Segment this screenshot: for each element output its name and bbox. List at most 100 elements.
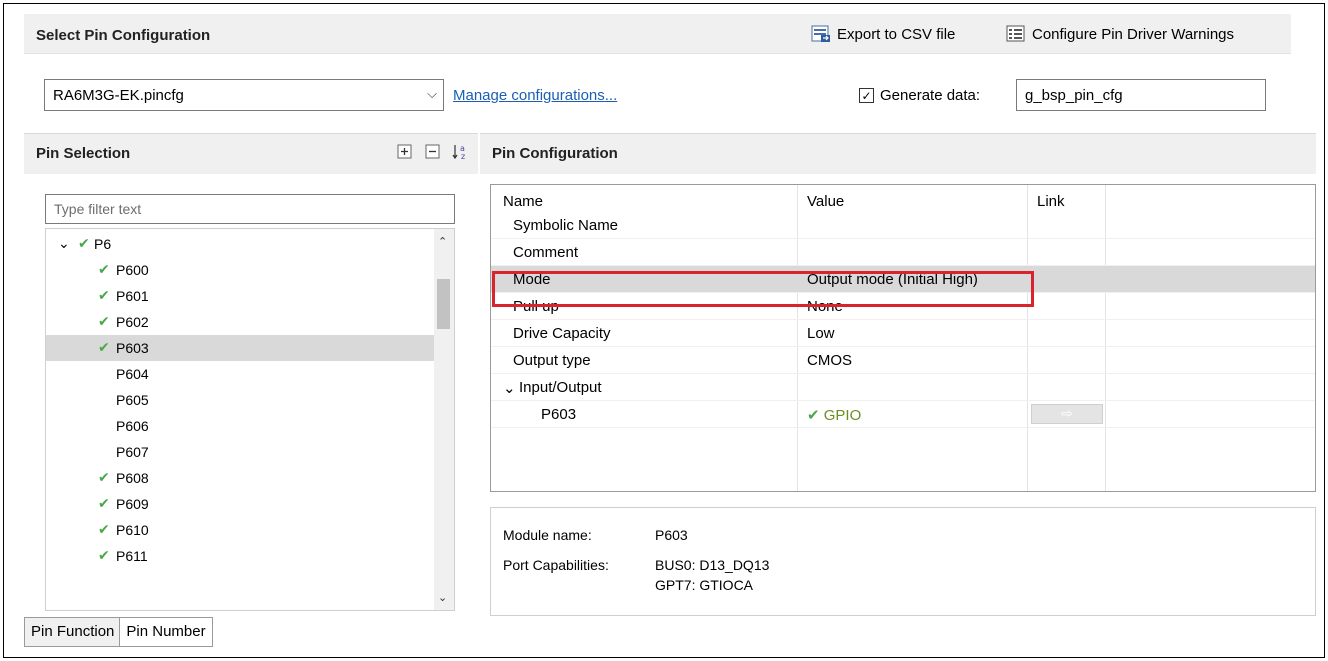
config-row[interactable]: Output type CMOS bbox=[491, 347, 1315, 374]
tree-item-label: P6 bbox=[94, 236, 112, 252]
check-icon: ✔ bbox=[807, 407, 824, 424]
config-value-cell[interactable]: Low bbox=[807, 325, 835, 342]
configure-warnings-label: Configure Pin Driver Warnings bbox=[1032, 25, 1235, 43]
tree-group-row[interactable]: ⌄ ✔ P6 bbox=[46, 231, 434, 257]
generate-data-toggle[interactable]: ✓ Generate data: bbox=[859, 87, 980, 104]
tree-pin-row[interactable]: ✔ P610 bbox=[46, 517, 434, 543]
tree-pin-row[interactable]: ✔ P600 bbox=[46, 257, 434, 283]
check-icon: ✔ bbox=[98, 469, 110, 485]
pin-configuration-title: Pin Configuration bbox=[492, 145, 618, 162]
tree-pin-row[interactable]: ✔ P609 bbox=[46, 491, 434, 517]
pin-selection-panel: Pin Selection a z Type filter text ✔ P611… bbox=[24, 133, 478, 615]
tree-pin-row[interactable]: ✔ P601 bbox=[46, 283, 434, 309]
module-name-value: P603 bbox=[655, 527, 688, 543]
tree-scrollbar[interactable]: ⌃ ⌄ bbox=[434, 229, 454, 610]
config-value-cell[interactable]: CMOS bbox=[807, 352, 852, 369]
tree-item-label: P601 bbox=[116, 288, 149, 304]
export-csv-label: Export to CSV file bbox=[837, 25, 956, 43]
sort-az-icon[interactable]: a z bbox=[452, 143, 470, 161]
column-header-name[interactable]: Name bbox=[503, 193, 543, 210]
bottom-tab-bar: Pin Function Pin Number bbox=[24, 617, 213, 647]
tree-item-label: P609 bbox=[116, 496, 149, 512]
config-row[interactable]: Drive Capacity Low bbox=[491, 320, 1315, 347]
config-name-cell: Input/Output bbox=[519, 379, 602, 396]
tree-pin-row[interactable]: ✔ P602 bbox=[46, 309, 434, 335]
pin-configuration-table: Name Value Link Symbolic Name Comment Mode… bbox=[490, 184, 1316, 492]
tree-item-label: P606 bbox=[116, 418, 149, 434]
generate-data-input[interactable]: g_bsp_pin_cfg bbox=[1016, 79, 1266, 111]
tree-pin-row[interactable]: P607 bbox=[46, 439, 434, 465]
config-value-cell[interactable]: ✔ GPIO bbox=[807, 406, 861, 424]
check-icon: ✔ bbox=[98, 313, 110, 329]
svg-text:z: z bbox=[461, 152, 465, 161]
scroll-down-icon[interactable]: ⌄ bbox=[438, 591, 447, 604]
tree-pin-row[interactable]: ✔ P608 bbox=[46, 465, 434, 491]
tree-pin-row[interactable]: ✔ P603 bbox=[46, 335, 434, 361]
pin-configuration-header: Pin Configuration bbox=[480, 134, 1316, 174]
expand-all-icon[interactable] bbox=[396, 143, 414, 161]
tab-pin-number[interactable]: Pin Number bbox=[119, 617, 213, 647]
config-name-cell: Drive Capacity bbox=[513, 325, 611, 342]
pin-configuration-panel: Pin Configuration Name Value Link Symbol… bbox=[480, 133, 1316, 616]
manage-configurations-link[interactable]: Manage configurations... bbox=[453, 87, 617, 104]
tree-item-label: P611 bbox=[116, 548, 148, 564]
config-row[interactable]: Symbolic Name bbox=[491, 212, 1315, 239]
port-capabilities-label: Port Capabilities: bbox=[503, 557, 609, 573]
check-icon: ✔ bbox=[98, 547, 110, 563]
collapse-all-icon[interactable] bbox=[424, 143, 442, 161]
generate-data-checkbox[interactable]: ✓ bbox=[859, 88, 874, 103]
check-icon: ✔ bbox=[98, 287, 110, 303]
pin-selection-header: Pin Selection a z bbox=[24, 134, 478, 174]
tab-pin-function[interactable]: Pin Function bbox=[24, 617, 121, 647]
tree-pin-row[interactable]: P605 bbox=[46, 387, 434, 413]
check-icon: ✔ bbox=[98, 261, 110, 277]
column-header-link[interactable]: Link bbox=[1037, 193, 1065, 210]
select-config-header: Select Pin Configuration Export to CSV f… bbox=[24, 14, 1291, 54]
export-csv-icon bbox=[811, 25, 830, 42]
scroll-thumb[interactable] bbox=[437, 279, 450, 329]
tree-item-label: P604 bbox=[116, 366, 149, 382]
tree-item-label: P608 bbox=[116, 470, 149, 486]
config-name-cell: Output type bbox=[513, 352, 591, 369]
config-name-cell: P603 bbox=[541, 406, 577, 423]
pin-filter-input[interactable]: Type filter text bbox=[45, 194, 455, 224]
chevron-down-icon[interactable]: ⌄ bbox=[58, 235, 70, 252]
config-name-cell: Mode bbox=[513, 271, 551, 288]
tree-item-label: P600 bbox=[116, 262, 149, 278]
config-row[interactable]: Pull up None bbox=[491, 293, 1315, 320]
config-name-cell: Pull up bbox=[513, 298, 559, 315]
column-header-value[interactable]: Value bbox=[807, 193, 844, 210]
config-name-cell: Symbolic Name bbox=[513, 217, 619, 234]
pin-selection-title: Pin Selection bbox=[36, 145, 131, 162]
config-row[interactable]: ⌄ Input/Output bbox=[491, 374, 1315, 401]
config-file-value: RA6M3G-EK.pincfg bbox=[53, 87, 184, 104]
config-value-cell[interactable]: None bbox=[807, 298, 843, 315]
generate-data-label: Generate data: bbox=[880, 87, 981, 104]
config-row[interactable]: Comment bbox=[491, 239, 1315, 266]
export-csv-button[interactable]: Export to CSV file bbox=[811, 25, 955, 43]
tree-pin-row[interactable]: ✔ P611 bbox=[46, 543, 434, 569]
check-icon: ✔ bbox=[98, 495, 110, 511]
tree-item-label: P610 bbox=[116, 522, 149, 538]
tree-pin-row[interactable]: P606 bbox=[46, 413, 434, 439]
configure-warnings-button[interactable]: Configure Pin Driver Warnings bbox=[1006, 25, 1234, 43]
pin-details-pane: Module name: P603 Port Capabilities: BUS… bbox=[490, 507, 1316, 616]
module-name-label: Module name: bbox=[503, 527, 592, 543]
config-row[interactable]: P603 ✔ GPIO ⇨ bbox=[491, 401, 1315, 428]
config-value-text: GPIO bbox=[823, 407, 862, 424]
config-row[interactable]: Mode Output mode (Initial High) bbox=[491, 266, 1315, 293]
tree-item-label: P607 bbox=[116, 444, 149, 460]
chevron-down-icon: ⌵ bbox=[427, 86, 437, 101]
configure-warnings-icon bbox=[1006, 25, 1025, 42]
tree-pin-row[interactable]: P604 bbox=[46, 361, 434, 387]
tree-item-label: P603 bbox=[116, 340, 149, 356]
link-arrow-button[interactable]: ⇨ bbox=[1031, 404, 1103, 424]
port-capability-value: BUS0: D13_DQ13 bbox=[655, 557, 770, 573]
config-value-cell[interactable]: Output mode (Initial High) bbox=[807, 271, 978, 288]
tree-item-label: P605 bbox=[116, 392, 149, 408]
port-capability-value: GPT7: GTIOCA bbox=[655, 577, 754, 593]
chevron-down-icon[interactable]: ⌄ bbox=[503, 379, 516, 397]
config-file-dropdown[interactable]: RA6M3G-EK.pincfg ⌵ bbox=[44, 79, 444, 111]
config-name-cell: Comment bbox=[513, 244, 579, 261]
scroll-up-icon[interactable]: ⌃ bbox=[438, 235, 447, 248]
